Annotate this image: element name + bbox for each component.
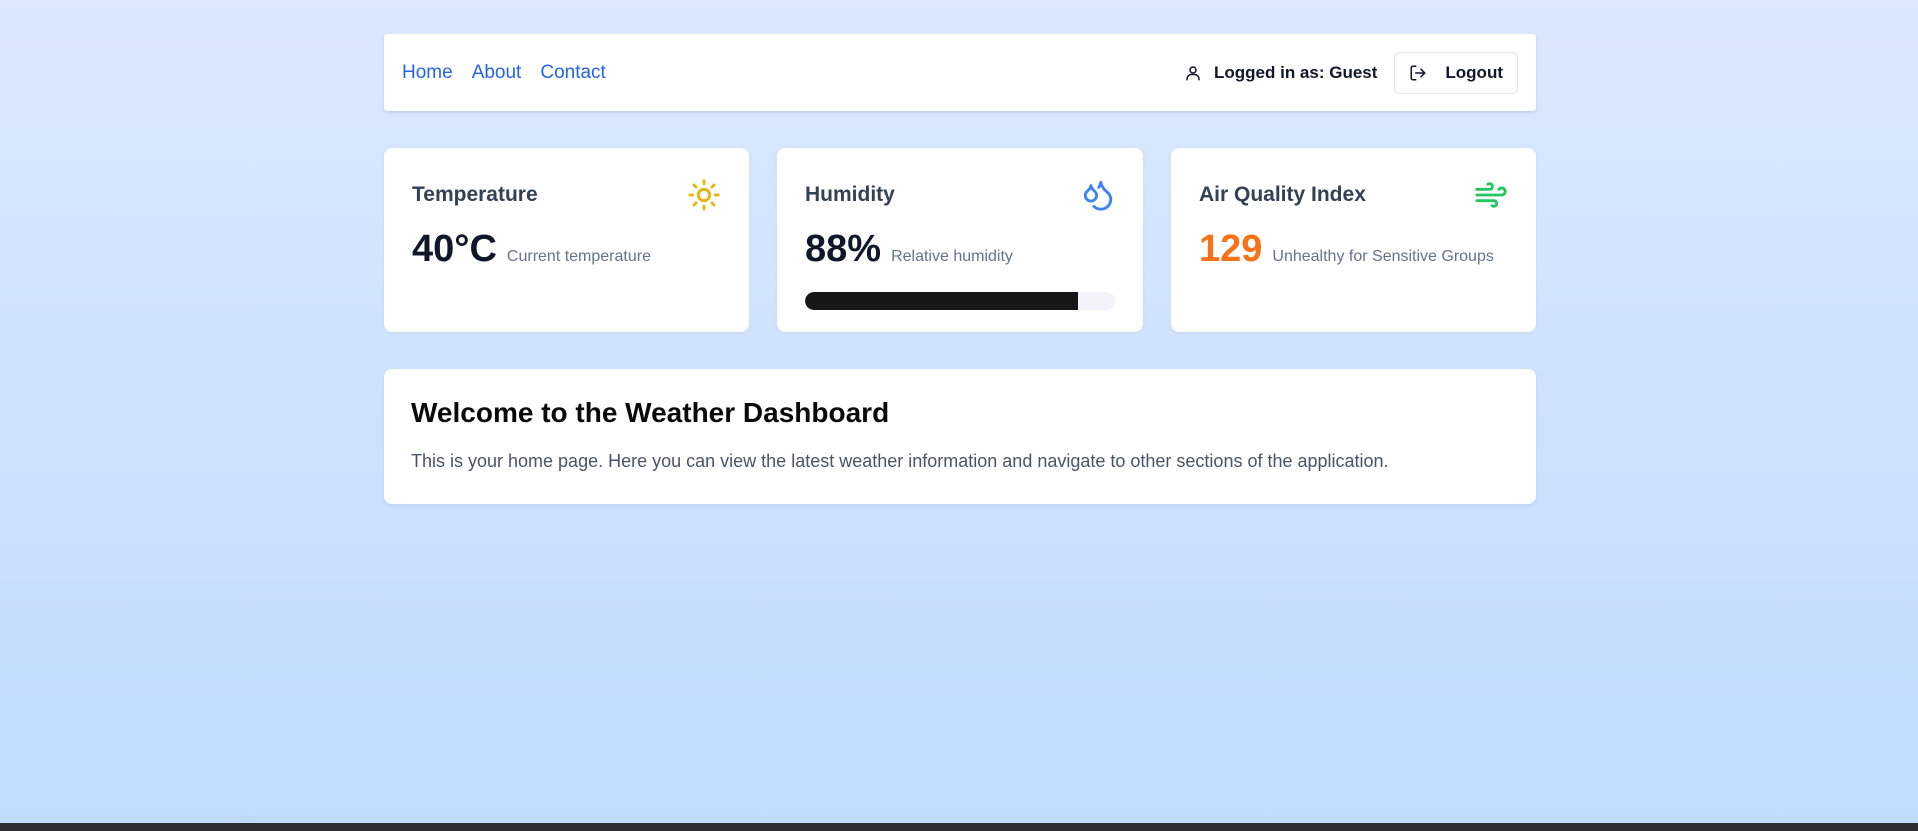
humidity-label: Relative humidity bbox=[891, 248, 1013, 265]
welcome-text: This is your home page. Here you can vie… bbox=[411, 451, 1389, 471]
temperature-card: Temperature 40°C Current temperature bbox=[384, 148, 749, 332]
humidity-value: 88% bbox=[805, 228, 882, 270]
droplets-icon bbox=[1081, 178, 1115, 212]
nav-links: Home About Contact bbox=[402, 62, 606, 84]
nav-link-about[interactable]: About bbox=[472, 62, 522, 84]
aqi-value: 129 bbox=[1199, 228, 1263, 270]
humidity-progress-fill bbox=[805, 292, 1078, 310]
welcome-title: Welcome to the Weather Dashboard bbox=[411, 397, 890, 428]
user-status-label: Logged in as: Guest bbox=[1214, 62, 1378, 82]
logout-icon bbox=[1409, 64, 1427, 82]
user-icon bbox=[1184, 64, 1202, 82]
aqi-card: Air Quality Index 129 Unhealthy for Sens… bbox=[1171, 148, 1536, 332]
humidity-title: Humidity bbox=[805, 183, 895, 206]
welcome-panel: Welcome to the Weather Dashboard This is… bbox=[384, 369, 1536, 504]
nav-link-home[interactable]: Home bbox=[402, 62, 453, 84]
nav-link-contact[interactable]: Contact bbox=[540, 62, 605, 84]
top-navbar: Home About Contact Logged in as: Guest L… bbox=[384, 34, 1536, 111]
aqi-title: Air Quality Index bbox=[1199, 183, 1366, 206]
temperature-label: Current temperature bbox=[506, 248, 651, 265]
logout-label: Logout bbox=[1445, 62, 1503, 82]
metric-cards: Temperature 40°C Current temperature Hum… bbox=[384, 148, 1536, 332]
logout-button[interactable]: Logout bbox=[1394, 51, 1518, 94]
temperature-value: 40°C bbox=[412, 228, 497, 270]
dashboard-container: Home About Contact Logged in as: Guest L… bbox=[384, 34, 1536, 504]
nav-right: Logged in as: Guest Logout bbox=[1184, 51, 1518, 94]
temperature-title: Temperature bbox=[412, 183, 538, 206]
aqi-label: Unhealthy for Sensitive Groups bbox=[1272, 248, 1494, 265]
bottom-edge-bar bbox=[0, 823, 1918, 831]
humidity-card: Humidity 88% Relative humidity bbox=[777, 148, 1143, 332]
wind-icon bbox=[1474, 178, 1508, 212]
humidity-progress-bar bbox=[805, 292, 1115, 310]
user-status: Logged in as: Guest bbox=[1184, 63, 1377, 83]
sun-icon bbox=[687, 178, 721, 212]
